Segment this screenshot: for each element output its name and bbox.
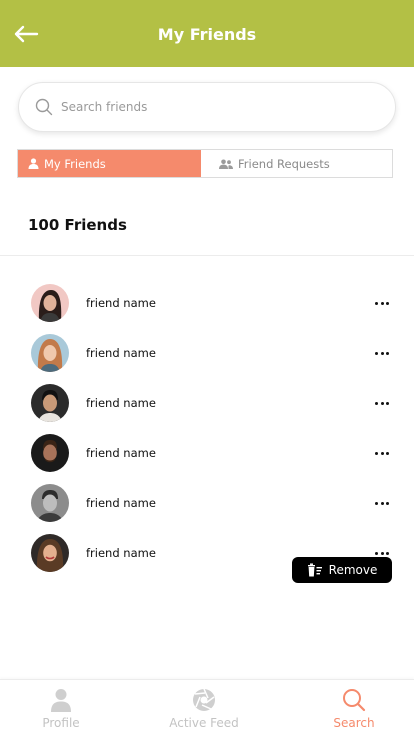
page-title: My Friends [157, 25, 257, 44]
nav-label: Search [333, 716, 375, 730]
app-header: My Friends [0, 0, 414, 67]
search-icon [35, 98, 53, 116]
avatar[interactable] [31, 284, 69, 322]
list-item[interactable]: friend name [0, 284, 414, 334]
people-icon [219, 159, 233, 169]
more-options-button[interactable] [375, 498, 389, 508]
friend-name: friend name [86, 546, 156, 560]
tab-my-friends[interactable]: My Friends [18, 150, 201, 177]
friend-name: friend name [86, 496, 156, 510]
aperture-icon [193, 688, 215, 711]
friend-tabs: My Friends Friend Requests [17, 149, 393, 178]
friends-count: 100 Friends [28, 216, 127, 234]
more-options-button[interactable] [375, 448, 389, 458]
friend-name: friend name [86, 346, 156, 360]
list-item[interactable]: friend name [0, 484, 414, 534]
more-options-button[interactable] [375, 398, 389, 408]
divider [0, 255, 414, 256]
search-bar[interactable] [18, 82, 396, 132]
nav-search[interactable]: Search [299, 688, 409, 730]
nav-label: Profile [42, 716, 80, 730]
person-icon [51, 689, 71, 712]
person-icon [28, 158, 39, 169]
more-options-button[interactable] [375, 348, 389, 358]
tab-label: Friend Requests [238, 156, 330, 171]
avatar[interactable] [31, 384, 69, 422]
avatar[interactable] [31, 484, 69, 522]
friend-name: friend name [86, 296, 156, 310]
trash-icon [307, 563, 322, 577]
list-item[interactable]: friend name [0, 334, 414, 384]
remove-label: Remove [328, 563, 378, 577]
tab-friend-requests[interactable]: Friend Requests [201, 150, 392, 177]
tab-label: My Friends [44, 156, 106, 171]
bottom-navigation: Profile Active Feed Search [0, 679, 414, 736]
friend-name: friend name [86, 446, 156, 460]
search-input[interactable] [61, 100, 361, 114]
nav-active-feed[interactable]: Active Feed [149, 688, 259, 730]
more-options-button[interactable] [375, 298, 389, 308]
list-item[interactable]: friend name [0, 384, 414, 434]
avatar[interactable] [31, 434, 69, 472]
friend-list: friend name friend name friend name frie… [0, 284, 414, 584]
nav-profile[interactable]: Profile [6, 688, 116, 730]
list-item[interactable]: friend name [0, 434, 414, 484]
avatar[interactable] [31, 334, 69, 372]
search-icon [343, 689, 366, 712]
nav-label: Active Feed [169, 716, 239, 730]
friend-name: friend name [86, 396, 156, 410]
avatar[interactable] [31, 534, 69, 572]
remove-button[interactable]: Remove [292, 557, 392, 583]
